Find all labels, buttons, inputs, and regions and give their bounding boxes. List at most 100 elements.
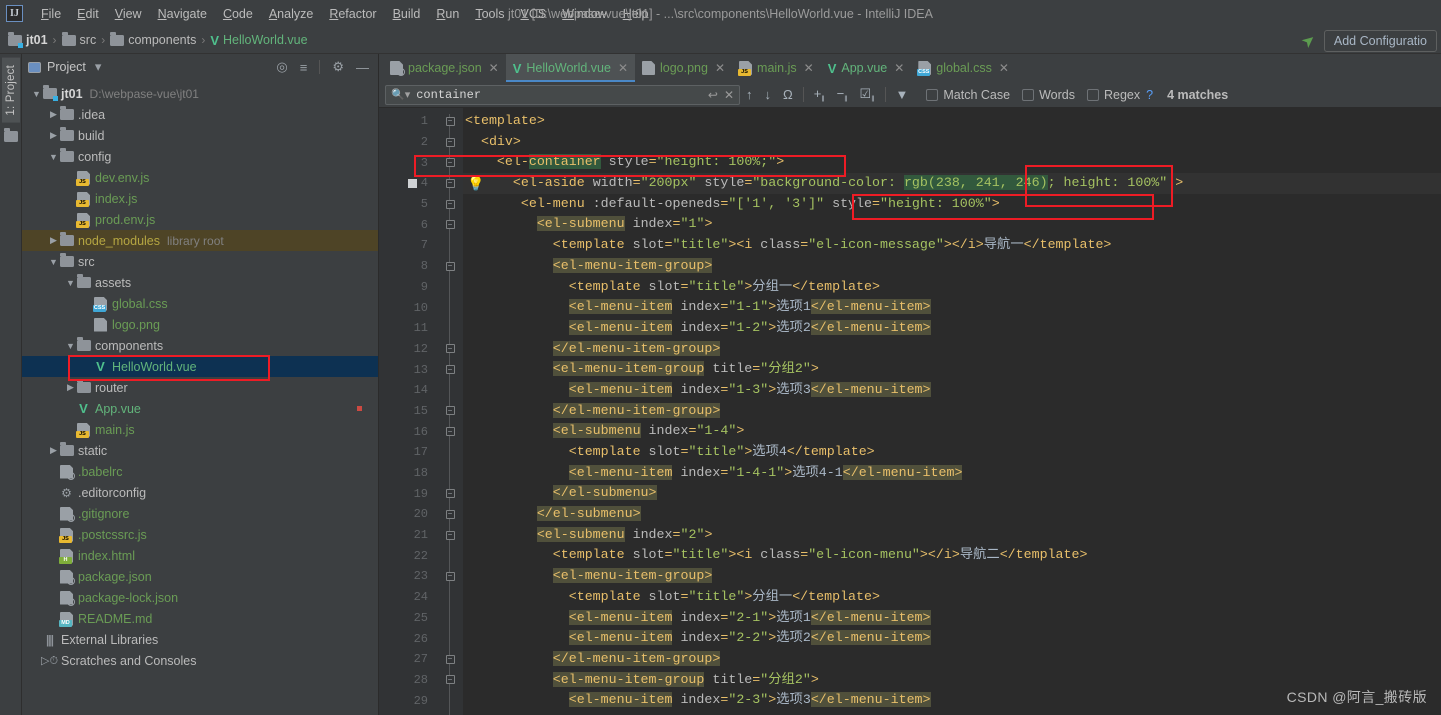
menu-item-analyze[interactable]: Analyze — [261, 5, 321, 23]
editor-tab-package-json[interactable]: package.json ✕ — [383, 54, 506, 82]
editor-tab-app-vue[interactable]: V App.vue ✕ — [821, 54, 912, 82]
hide-icon[interactable]: — — [353, 60, 372, 75]
fold-toggle-icon[interactable]: − — [437, 483, 463, 504]
close-tab-icon[interactable]: ✕ — [894, 61, 904, 75]
code-line[interactable]: <el-menu-item index="2-2">选项2</el-menu-i… — [463, 628, 1441, 649]
code-line[interactable]: <el-menu-item index="1-3">选项3</el-menu-i… — [463, 380, 1441, 401]
tree-item-global-css[interactable]: CSS global.css — [22, 293, 378, 314]
collapse-all-icon[interactable]: ≡ — [297, 60, 311, 75]
close-icon[interactable]: ✕ — [724, 88, 734, 102]
add-configuration-button[interactable]: Add Configuratio — [1323, 29, 1437, 52]
tree-item-index-html[interactable]: Hindex.html — [22, 545, 378, 566]
select-all-icon[interactable]: ☑‖ — [854, 86, 881, 104]
close-tab-icon[interactable]: ✕ — [489, 61, 499, 75]
fold-toggle-icon[interactable]: − — [437, 111, 463, 132]
close-tab-icon[interactable]: ✕ — [999, 61, 1009, 75]
tree-item-external-libraries[interactable]: ||| External Libraries — [22, 629, 378, 650]
close-tab-icon[interactable]: ✕ — [804, 61, 814, 75]
match-case-checkbox[interactable]: Match Case — [926, 88, 1010, 102]
code-line[interactable]: <template> — [463, 111, 1441, 132]
tree-item-prod-env-js[interactable]: JS prod.env.js — [22, 209, 378, 230]
code-text-area[interactable]: <template> <div> <el-container style="he… — [463, 108, 1441, 715]
locate-icon[interactable]: ◎ — [273, 59, 290, 75]
code-line[interactable]: <template slot="title"><i class="el-icon… — [463, 235, 1441, 256]
fold-toggle-icon[interactable]: − — [437, 339, 463, 360]
code-line[interactable]: <el-menu-item-group> — [463, 566, 1441, 587]
code-line[interactable]: </el-menu-item-group> — [463, 339, 1441, 360]
code-line[interactable]: </el-submenu> — [463, 504, 1441, 525]
tree-item-components[interactable]: ▼ components — [22, 335, 378, 356]
fold-toggle-icon[interactable]: − — [437, 504, 463, 525]
fold-toggle-icon[interactable]: − — [437, 649, 463, 670]
tree-item-jt01[interactable]: ▼ jt01 D:\webpase-vue\jt01 — [22, 83, 378, 104]
tree-item-readme-md[interactable]: MD README.md — [22, 608, 378, 629]
code-line[interactable]: <el-submenu index="2"> — [463, 525, 1441, 546]
menu-item-run[interactable]: Run — [428, 5, 467, 23]
code-editor[interactable]: 1 2 3 4 5 6 7 8 9 10 11 12 13 14 15 16 17 18 19 20 21 22 23 24 2… — [379, 108, 1441, 715]
tree-item-package-lock-json[interactable]: package-lock.json — [22, 587, 378, 608]
code-line[interactable]: <el-menu-item-group title="分组2"> — [463, 359, 1441, 380]
chevron-right-icon[interactable]: ▶ — [48, 130, 59, 141]
tree-item-dev-env-js[interactable]: JS dev.env.js — [22, 167, 378, 188]
tool-window-tab-project[interactable]: 1: Project — [1, 58, 20, 123]
menu-item-build[interactable]: Build — [385, 5, 429, 23]
tree-item--postcssrc-js[interactable]: JS .postcssrc.js — [22, 524, 378, 545]
code-line[interactable]: <el-menu-item-group> — [463, 256, 1441, 277]
fold-toggle-icon[interactable]: − — [437, 359, 463, 380]
breadcrumb-item-src[interactable]: src — [61, 31, 96, 47]
fold-toggle-icon[interactable]: − — [437, 566, 463, 587]
editor-tab-global-css[interactable]: CSS global.css ✕ — [911, 54, 1016, 82]
fold-toggle-icon[interactable]: − — [437, 173, 463, 194]
fold-toggle-icon[interactable]: − — [437, 256, 463, 277]
editor-tab-logo-png[interactable]: logo.png ✕ — [635, 54, 732, 82]
chevron-down-icon[interactable]: ▼ — [65, 341, 76, 351]
menu-item-window[interactable]: Window — [554, 5, 614, 23]
code-line[interactable]: <template slot="title"><i class="el-icon… — [463, 545, 1441, 566]
code-line[interactable]: <el-container style="height: 100%;"> — [463, 152, 1441, 173]
tree-item-node-modules[interactable]: ▶ node_modules library root — [22, 230, 378, 251]
tree-item-package-json[interactable]: package.json — [22, 566, 378, 587]
editor-tab-helloworld-vue[interactable]: V HelloWorld.vue ✕ — [505, 54, 636, 82]
help-icon[interactable]: ? — [1146, 88, 1153, 102]
chevron-right-icon[interactable]: ▶ — [65, 382, 76, 393]
menu-item-file[interactable]: File — [33, 5, 69, 23]
gear-icon[interactable]: ⚙ — [329, 59, 347, 75]
code-folding-gutter[interactable]: − − − − − − − − − − − − − − − − − — [437, 108, 463, 715]
tree-item-app-vue[interactable]: V App.vue — [22, 398, 378, 419]
tree-item-build[interactable]: ▶ build — [22, 125, 378, 146]
breadcrumb-item-helloworld-vue[interactable]: V HelloWorld.vue — [210, 33, 307, 47]
next-occurrence-icon[interactable]: ↓ — [759, 87, 778, 102]
filter-icon[interactable]: ▼ — [890, 87, 915, 102]
breadcrumb-item-components[interactable]: components — [110, 31, 196, 47]
tree-item-assets[interactable]: ▼ assets — [22, 272, 378, 293]
fold-toggle-icon[interactable]: − — [437, 194, 463, 215]
editor-tab-main-js[interactable]: JS main.js ✕ — [732, 54, 821, 82]
search-history-icon[interactable]: ↩ — [708, 88, 718, 102]
tree-item-main-js[interactable]: JS main.js — [22, 419, 378, 440]
tree-item--babelrc[interactable]: .babelrc — [22, 461, 378, 482]
code-line[interactable]: </el-submenu> — [463, 483, 1441, 504]
menu-item-navigate[interactable]: Navigate — [150, 5, 215, 23]
breakpoint-marker[interactable] — [408, 179, 417, 189]
code-line[interactable]: <template slot="title">选项4</template> — [463, 442, 1441, 463]
fold-toggle-icon[interactable]: − — [437, 401, 463, 422]
menu-item-view[interactable]: View — [107, 5, 150, 23]
chevron-right-icon[interactable]: ▶ — [48, 109, 59, 120]
fold-toggle-icon[interactable]: − — [437, 214, 463, 235]
chevron-down-icon[interactable]: ▾ — [92, 59, 105, 75]
menu-item-help[interactable]: Help — [615, 5, 657, 23]
tree-item-logo-png[interactable]: logo.png — [22, 314, 378, 335]
prev-occurrence-icon[interactable]: ↑ — [740, 87, 759, 102]
close-tab-icon[interactable]: ✕ — [618, 61, 628, 75]
chevron-down-icon[interactable]: ▼ — [48, 257, 59, 267]
menu-item-vcs[interactable]: VCS — [513, 5, 555, 23]
code-line[interactable]: <el-submenu index="1-4"> — [463, 421, 1441, 442]
tree-item--gitignore[interactable]: .gitignore — [22, 503, 378, 524]
code-line[interactable]: <div> — [463, 132, 1441, 153]
tree-item-helloworld-vue[interactable]: V HelloWorld.vue — [22, 356, 378, 377]
search-field[interactable]: 🔍▾ ↩ ✕ — [385, 84, 740, 105]
tree-item--editorconfig[interactable]: ⚙ .editorconfig — [22, 482, 378, 503]
intention-bulb-icon[interactable]: 💡 — [467, 175, 484, 192]
run-arrow-icon[interactable]: ➤ — [1298, 29, 1321, 53]
tree-item--idea[interactable]: ▶ .idea — [22, 104, 378, 125]
